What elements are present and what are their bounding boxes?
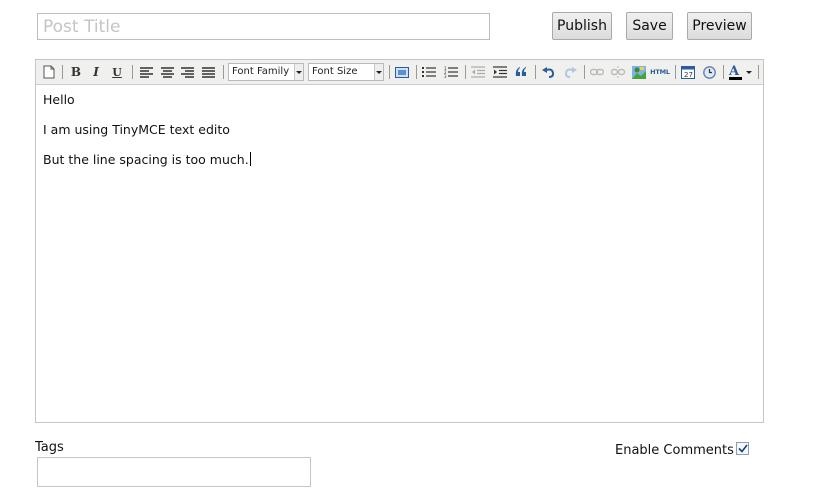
outdent-icon[interactable] (469, 63, 487, 81)
toolbar-separator (535, 65, 536, 79)
align-left-icon[interactable] (137, 63, 155, 81)
underline-icon[interactable]: U (108, 63, 126, 81)
bullet-list-icon[interactable] (420, 63, 438, 81)
toolbar-separator (465, 65, 466, 79)
editor-line: I am using TinyMCE text edito (43, 121, 230, 137)
bold-icon[interactable]: B (67, 63, 85, 81)
toolbar-separator (62, 65, 63, 79)
text-caret (249, 152, 251, 166)
link-icon[interactable] (588, 63, 606, 81)
font-family-label: Font Family (232, 66, 290, 77)
align-justify-icon[interactable] (199, 63, 217, 81)
html-icon[interactable]: HTML (649, 63, 671, 81)
tags-label: Tags (35, 440, 64, 455)
new-document-icon[interactable] (40, 63, 58, 81)
toolbar-separator (132, 65, 133, 79)
chevron-down-icon (294, 64, 303, 80)
toolbar-separator (223, 65, 224, 79)
chevron-down-icon (374, 64, 383, 80)
toolbar-separator (723, 65, 724, 79)
toolbar-separator (389, 65, 390, 79)
insert-time-icon[interactable] (700, 63, 718, 81)
svg-text:A: A (728, 64, 740, 79)
redo-icon[interactable] (561, 63, 579, 81)
toolbar-separator (584, 65, 585, 79)
indent-icon[interactable] (491, 63, 509, 81)
numbered-list-icon[interactable]: 123 (442, 63, 460, 81)
editor-line: Hello (43, 92, 75, 107)
tags-input[interactable] (37, 457, 311, 487)
toolbar-separator (416, 65, 417, 79)
save-button[interactable]: Save (626, 12, 673, 40)
blockquote-icon[interactable] (512, 63, 530, 81)
svg-text:3: 3 (444, 74, 447, 78)
svg-text:27: 27 (684, 71, 693, 79)
enable-comments-label: Enable Comments (615, 443, 734, 458)
toolbar-separator (675, 65, 676, 79)
checkmark-icon (737, 444, 748, 453)
undo-icon[interactable] (539, 63, 557, 81)
italic-icon[interactable]: I (87, 63, 105, 81)
post-title-input[interactable] (37, 13, 490, 40)
editor-content-area[interactable]: Hello I am using TinyMCE text edito But … (36, 86, 763, 422)
align-right-icon[interactable] (178, 63, 196, 81)
publish-button[interactable]: Publish (552, 12, 612, 40)
editor-line-text: But the line spacing is too much. (43, 152, 249, 167)
insert-date-icon[interactable]: 27 (679, 63, 697, 81)
toolbar-separator (758, 65, 759, 79)
rich-text-editor: B I U Font Family Font Size 1 2 3 HTML 2… (35, 59, 764, 423)
align-center-icon[interactable] (158, 63, 176, 81)
style-icon[interactable] (393, 63, 411, 81)
enable-comments-checkbox[interactable] (736, 442, 749, 455)
image-icon[interactable] (630, 63, 648, 81)
font-size-select[interactable]: Font Size (308, 63, 384, 81)
editor-toolbar: B I U Font Family Font Size 1 2 3 HTML 2… (36, 60, 763, 85)
font-family-select[interactable]: Font Family (228, 63, 304, 81)
unlink-icon[interactable] (609, 63, 627, 81)
font-size-label: Font Size (312, 66, 358, 77)
text-color-icon[interactable]: A (727, 63, 755, 81)
preview-button[interactable]: Preview (687, 12, 752, 40)
editor-line: But the line spacing is too much. (43, 152, 756, 167)
